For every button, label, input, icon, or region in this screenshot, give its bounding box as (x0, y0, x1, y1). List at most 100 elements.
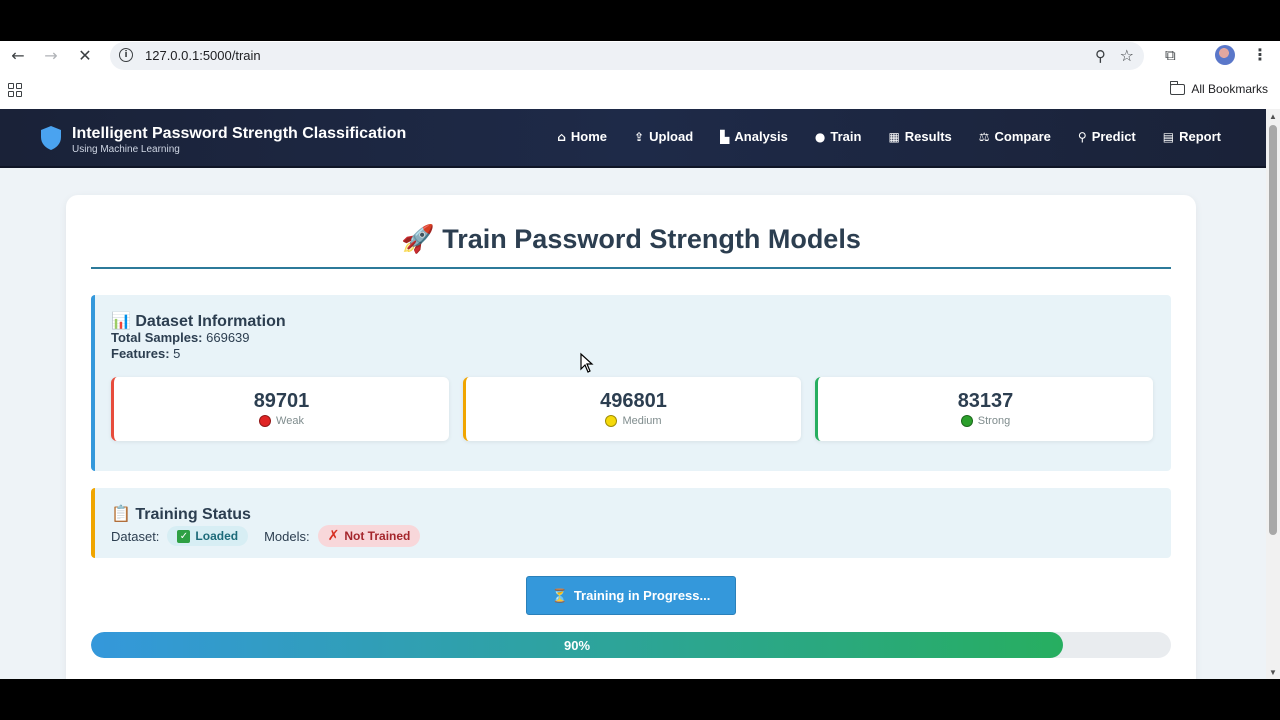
red-circle-icon (259, 415, 272, 427)
home-icon: ⌂ (557, 129, 566, 144)
page-title-text: Train Password Strength Models (442, 224, 861, 254)
nav-results[interactable]: ▦ Results (888, 129, 951, 144)
scroll-thumb[interactable] (1269, 125, 1277, 535)
weak-stat-card: 89701 Weak (111, 377, 449, 441)
dataset-status-badge: ✓ Loaded (167, 526, 249, 546)
weak-label: Weak (276, 415, 304, 427)
nav-report[interactable]: ▤ Report (1163, 129, 1221, 144)
train-card: 🚀 Train Password Strength Models 📊 Datas… (66, 195, 1196, 679)
nav-predict-label: Predict (1091, 129, 1136, 144)
apps-grid-icon[interactable] (8, 83, 22, 97)
strong-label: Strong (977, 415, 1011, 427)
medium-count: 496801 (600, 390, 667, 412)
all-bookmarks-label: All Bookmarks (1191, 82, 1268, 96)
browser-window: ← → ✕ i 127.0.0.1:5000/train ⚲ ☆ ⧉ ⋮ All… (0, 41, 1280, 679)
brand-subtitle: Using Machine Learning (72, 144, 180, 155)
profile-avatar[interactable] (1215, 45, 1235, 65)
nav-links: ⌂ Home ⇪ Upload ▙ Analysis ● Train ▦ Results … (557, 129, 1221, 144)
strong-stat-card: 83137 Strong (815, 377, 1153, 441)
nav-analysis-label: Analysis (734, 129, 788, 144)
medium-label-row: Medium (466, 415, 801, 427)
strong-count: 83137 (957, 390, 1014, 412)
back-icon[interactable]: ← (8, 45, 28, 65)
dataset-status-label: Dataset: (111, 528, 160, 544)
dataset-info-section: 📊 Dataset Information Total Samples: 669… (91, 295, 1171, 471)
brand-title[interactable]: Intelligent Password Strength Classifica… (72, 125, 406, 143)
nav-results-label: Results (904, 129, 952, 144)
nav-home-label: Home (570, 129, 608, 144)
scroll-down-icon[interactable]: ▼ (1269, 668, 1277, 677)
train-button-label: Training in Progress... (573, 588, 711, 603)
extensions-icon[interactable]: ⧉ (1165, 46, 1183, 64)
dataset-info-title: 📊 Dataset Information (111, 311, 286, 331)
clipboard-icon: 📋 (111, 506, 131, 523)
hourglass-icon: ⏳ (551, 587, 568, 603)
title-divider (91, 267, 1171, 269)
bookmarks-bar: All Bookmarks (0, 75, 1280, 105)
medium-label: Medium (622, 415, 662, 427)
chart-icon: ▙ (720, 129, 730, 144)
features-label: Features: (111, 346, 170, 361)
bookmark-star-icon[interactable]: ☆ (1120, 46, 1134, 65)
dataset-info-title-text: Dataset Information (135, 313, 286, 330)
nav-analysis[interactable]: ▙ Analysis (720, 129, 788, 144)
medium-stat-card: 496801 Medium (463, 377, 801, 441)
training-status-section: 📋 Training Status Dataset: ✓ Loaded Model… (91, 488, 1171, 558)
total-samples-value: 669639 (206, 330, 250, 345)
models-status-label: Models: (264, 528, 310, 544)
features-line: Features: 5 (111, 346, 180, 361)
nav-upload-label: Upload (649, 129, 694, 144)
address-bar[interactable]: i 127.0.0.1:5000/train ⚲ ☆ (110, 42, 1144, 70)
nav-report-label: Report (1179, 129, 1221, 144)
total-samples-label: Total Samples: (111, 330, 203, 345)
page-title: 🚀 Train Password Strength Models (66, 223, 1196, 255)
upload-icon: ⇪ (634, 129, 645, 144)
search-icon: ⚲ (1077, 129, 1087, 144)
scale-icon: ⚖ (978, 129, 990, 144)
page-viewport: Intelligent Password Strength Classifica… (0, 109, 1266, 679)
site-navbar: Intelligent Password Strength Classifica… (0, 109, 1266, 168)
yellow-circle-icon (605, 415, 618, 427)
progress-label: 90% (563, 637, 591, 653)
weak-count: 89701 (253, 390, 310, 412)
total-samples-line: Total Samples: 669639 (111, 330, 250, 345)
nav-compare-label: Compare (994, 129, 1051, 144)
weak-label-row: Weak (114, 415, 449, 427)
nav-train[interactable]: ● Train (815, 129, 862, 144)
nav-predict[interactable]: ⚲ Predict (1078, 129, 1136, 144)
shield-icon (41, 126, 61, 150)
mouse-cursor-icon (580, 352, 594, 373)
page-scrollbar[interactable]: ▲ ▼ (1266, 109, 1280, 679)
models-status-text: Not Trained (344, 529, 411, 543)
all-bookmarks-button[interactable]: All Bookmarks (1169, 80, 1268, 96)
browser-menu-icon[interactable]: ⋮ (1252, 45, 1268, 64)
cross-icon: ✗ (327, 528, 340, 544)
training-status-title-text: Training Status (135, 506, 251, 523)
nav-train-label: Train (830, 129, 862, 144)
file-icon: ▤ (1162, 129, 1175, 144)
bar-chart-icon: 📊 (111, 313, 131, 330)
stop-loading-icon[interactable]: ✕ (75, 45, 95, 65)
nav-upload[interactable]: ⇪ Upload (634, 129, 693, 144)
browser-toolbar: ← → ✕ i 127.0.0.1:5000/train ⚲ ☆ ⧉ ⋮ (0, 41, 1280, 70)
models-status-badge: ✗ Not Trained (317, 525, 421, 547)
strong-label-row: Strong (818, 415, 1153, 427)
table-icon: ▦ (888, 129, 900, 144)
rocket-icon: 🚀 (401, 224, 435, 254)
nav-home[interactable]: ⌂ Home (557, 129, 607, 144)
scroll-up-icon[interactable]: ▲ (1269, 112, 1277, 121)
zoom-icon[interactable]: ⚲ (1095, 47, 1106, 65)
nav-compare[interactable]: ⚖ Compare (979, 129, 1051, 144)
progress-fill: 90% (91, 632, 1063, 658)
features-value: 5 (173, 346, 181, 361)
training-progress-bar: 90% (91, 632, 1171, 658)
check-icon: ✓ (177, 529, 191, 543)
folder-icon (1169, 80, 1186, 95)
url-text[interactable]: 127.0.0.1:5000/train (145, 48, 261, 63)
train-models-button[interactable]: ⏳ Training in Progress... (526, 576, 736, 615)
dataset-status-text: Loaded (195, 529, 239, 543)
brain-icon: ● (814, 129, 826, 144)
forward-icon[interactable]: → (41, 45, 61, 65)
green-circle-icon (960, 415, 973, 427)
site-info-icon[interactable]: i (119, 48, 133, 62)
